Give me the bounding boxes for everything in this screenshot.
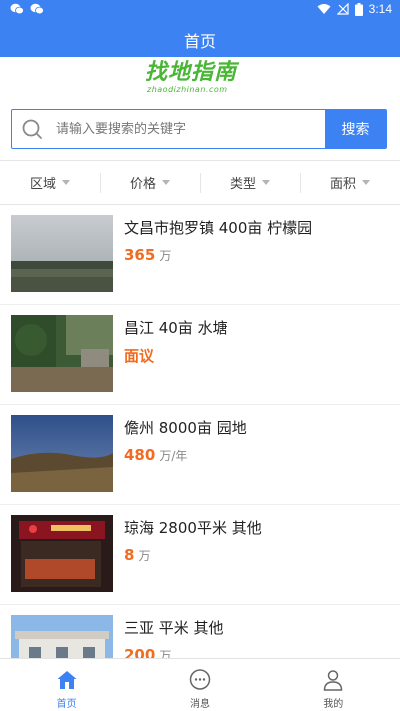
listing-thumbnail — [11, 515, 113, 592]
bottom-nav: 首页 消息 我的 — [0, 658, 400, 711]
filter-label: 面积 — [329, 177, 356, 192]
wifi-icon — [317, 4, 331, 14]
caret-down-icon — [62, 180, 70, 185]
listing-item[interactable]: 琼海 2800平米 其他 8万 — [0, 505, 400, 605]
price-value: 365 — [124, 246, 156, 264]
listing-thumbnail — [11, 415, 113, 492]
price-unit: 万 — [159, 649, 172, 658]
price-unit: 万 — [138, 549, 151, 563]
listing-price: 面议 — [124, 345, 158, 366]
filter-label: 价格 — [129, 177, 156, 192]
page-title: 首页 — [183, 32, 216, 51]
nav-profile[interactable]: 我的 — [267, 659, 400, 711]
caret-down-icon — [262, 180, 270, 185]
nav-home[interactable]: 首页 — [0, 659, 133, 711]
nav-messages[interactable]: 消息 — [133, 659, 266, 711]
battery-icon — [354, 2, 363, 16]
listing-item[interactable]: 儋州 8000亩 园地 480 万/年 — [0, 405, 400, 505]
listing-thumbnail — [11, 315, 113, 392]
caret-down-icon — [362, 180, 370, 185]
search-button[interactable]: 搜索 — [325, 110, 386, 148]
listing-title: 昌江 40亩 水塘 — [124, 319, 228, 337]
caret-down-icon — [162, 180, 170, 185]
filter-area[interactable]: 面积 — [300, 161, 400, 204]
wechat-icon — [10, 3, 24, 15]
price-value: 200 — [124, 646, 156, 658]
listing-item[interactable]: 文昌市抱罗镇 400亩 柠檬园 365 万 — [0, 205, 400, 305]
status-bar: 3:14 — [0, 0, 400, 20]
nav-label: 我的 — [323, 699, 344, 710]
price-value: 面议 — [124, 347, 155, 365]
search-input[interactable] — [52, 110, 325, 148]
listing-price: 200 万 — [124, 645, 171, 658]
listing-title: 琼海 2800平米 其他 — [124, 519, 262, 537]
home-icon — [57, 671, 77, 689]
listing-title: 文昌市抱罗镇 400亩 柠檬园 — [124, 219, 313, 237]
price-value: 8 — [124, 546, 135, 564]
status-time: 3:14 — [368, 2, 392, 16]
listing-price: 480 万/年 — [124, 445, 187, 464]
app-header: 3:14 首页 — [0, 0, 400, 57]
listing-price: 8万 — [124, 545, 150, 564]
brand-logo: 找地指南 zhaodizhinan.com — [145, 61, 257, 97]
user-icon — [324, 670, 343, 691]
listing-title: 三亚 平米 其他 — [124, 619, 224, 637]
price-unit: 万 — [159, 249, 172, 263]
filter-type[interactable]: 类型 — [200, 161, 300, 204]
filter-price[interactable]: 价格 — [100, 161, 200, 204]
price-unit: 万/年 — [159, 449, 188, 463]
wechat-icon — [30, 3, 44, 15]
listing-price: 365 万 — [124, 245, 171, 264]
search-bar: 搜索 — [11, 109, 387, 149]
listing-title: 儋州 8000亩 园地 — [124, 419, 247, 437]
filter-label: 类型 — [229, 177, 256, 192]
filter-bar: 区域 价格 类型 面积 — [0, 160, 400, 205]
filter-region[interactable]: 区域 — [0, 161, 100, 204]
listing-thumbnail — [11, 615, 113, 658]
listing-item[interactable]: 三亚 平米 其他 200 万 — [0, 605, 400, 658]
logo-subtext: zhaodizhinan.com — [147, 85, 228, 94]
filter-label: 区域 — [29, 177, 56, 192]
message-icon — [189, 669, 211, 690]
nav-label: 首页 — [56, 699, 77, 710]
listing-thumbnail — [11, 215, 113, 292]
search-icon — [12, 110, 52, 148]
logo-text: 找地指南 — [145, 60, 238, 85]
listing-item[interactable]: 昌江 40亩 水塘 面议 — [0, 305, 400, 405]
nav-label: 消息 — [189, 699, 210, 710]
price-value: 480 — [124, 446, 156, 464]
listing-list: 文昌市抱罗镇 400亩 柠檬园 365 万 昌江 40亩 水塘 面议 儋州 800… — [0, 205, 400, 658]
no-signal-icon — [336, 3, 349, 15]
